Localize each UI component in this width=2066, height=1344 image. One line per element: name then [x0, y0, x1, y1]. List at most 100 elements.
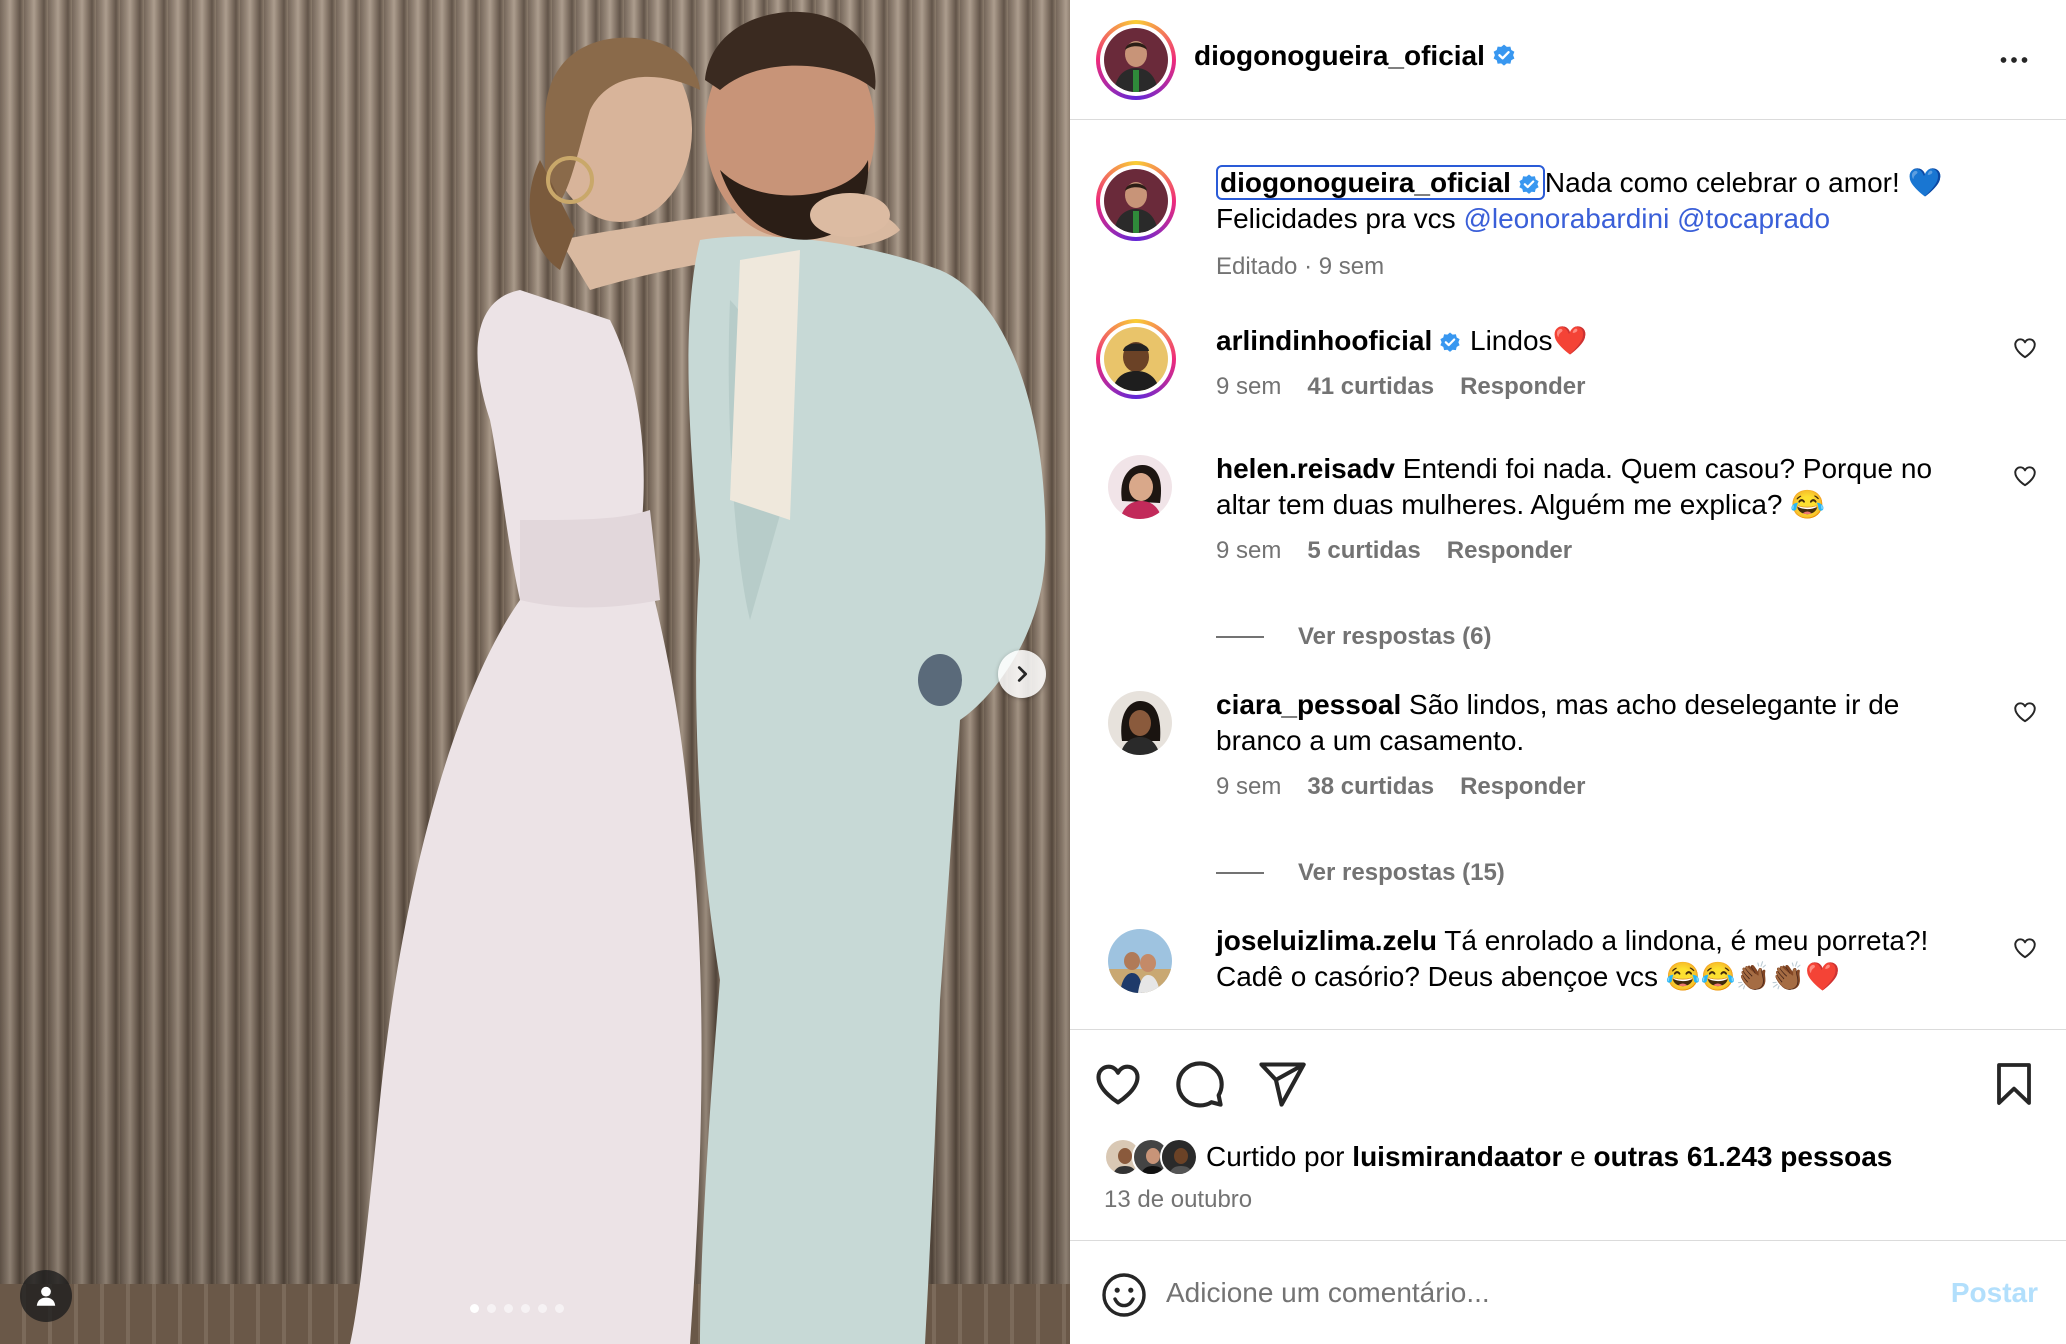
author-avatar[interactable] — [1096, 20, 1176, 100]
comment-like-button[interactable] — [2012, 335, 2038, 366]
comment-like-button[interactable] — [2012, 699, 2038, 730]
post-header: diogonogueira_oficial — [1070, 0, 2066, 120]
verified-badge-icon — [1493, 44, 1515, 66]
replies-line — [1216, 872, 1264, 874]
comment-like-button[interactable] — [2012, 935, 2038, 966]
comment-username[interactable]: arlindinhooficial — [1216, 325, 1432, 356]
comment-text: helen.reisadv Entendi foi nada. Quem cas… — [1216, 451, 1976, 523]
share-button[interactable] — [1256, 1058, 1308, 1115]
carousel-dot — [487, 1304, 496, 1313]
author-username[interactable]: diogonogueira_oficial — [1194, 40, 1485, 72]
carousel-dot — [521, 1304, 530, 1313]
caption-username[interactable]: diogonogueira_oficial — [1220, 167, 1511, 198]
comment-button[interactable] — [1174, 1058, 1226, 1115]
reply-button[interactable]: Responder — [1447, 537, 1572, 565]
comment-item: joseluizlima.zelu Tá enrolado a lindona,… — [1098, 923, 2038, 1029]
comment-input[interactable] — [1166, 1267, 1866, 1319]
heart-icon — [2014, 338, 2036, 359]
comment-username[interactable]: ciara_pessoal — [1216, 689, 1401, 720]
post-photo — [350, 11, 1046, 1344]
comment-bubble-icon — [1176, 1061, 1224, 1108]
caption-username-link[interactable]: diogonogueira_oficial — [1216, 165, 1545, 200]
likes-count[interactable]: outras 61.243 pessoas — [1594, 1141, 1893, 1173]
comment-avatar-image — [1108, 691, 1172, 755]
comment-time[interactable]: 9 sem — [1216, 537, 1281, 565]
heart-icon — [2014, 938, 2036, 959]
comment-avatar[interactable] — [1108, 691, 1172, 755]
author-avatar-image — [1104, 28, 1168, 92]
carousel-indicator — [470, 1304, 564, 1313]
comment-likes[interactable]: 41 curtidas — [1307, 373, 1434, 401]
tagged-users-button[interactable] — [20, 1270, 72, 1322]
caption-time: 9 sem — [1318, 253, 1385, 280]
mini-avatar — [1160, 1138, 1198, 1176]
liked-by: Curtido por luismirandaator e outras 61.… — [1104, 1138, 1892, 1176]
comment-avatar-image — [1108, 929, 1172, 993]
carousel-next-button[interactable] — [998, 650, 1046, 698]
reply-button[interactable]: Responder — [1460, 773, 1585, 801]
comment-text: joseluizlima.zelu Tá enrolado a lindona,… — [1216, 923, 1976, 995]
more-options-button[interactable] — [1996, 42, 2032, 83]
caption-line-2: Felicidades pra vcs — [1216, 203, 1456, 234]
comment-likes[interactable]: 38 curtidas — [1307, 773, 1434, 801]
caption-avatar[interactable] — [1096, 161, 1176, 241]
meta-separator: · — [1297, 253, 1319, 280]
comment-time[interactable]: 9 sem — [1216, 773, 1281, 801]
carousel-dot — [538, 1304, 547, 1313]
heart-icon — [1096, 1064, 1140, 1105]
comment-meta: 9 sem 41 curtidas Responder — [1216, 373, 1585, 401]
view-replies-label[interactable]: Ver respostas (15) — [1298, 859, 1505, 887]
caption: diogonogueira_oficial Nada como celebrar… — [1096, 161, 2038, 301]
verified-badge-icon — [1519, 174, 1539, 194]
comment-meta: 9 sem 38 curtidas Responder — [1216, 773, 1585, 801]
reply-button[interactable]: Responder — [1460, 373, 1585, 401]
caption-line-1: Nada como celebrar o amor! 💙 — [1544, 167, 1943, 198]
like-button[interactable] — [1092, 1058, 1144, 1115]
liked-by-user[interactable]: luismirandaator — [1352, 1141, 1562, 1173]
chevron-right-icon — [1017, 666, 1028, 682]
post-media[interactable] — [0, 0, 1070, 1344]
save-button[interactable] — [1990, 1058, 2038, 1115]
comment-username[interactable]: helen.reisadv — [1216, 453, 1395, 484]
comment-username[interactable]: joseluizlima.zelu — [1216, 925, 1437, 956]
comment-item: ciara_pessoal São lindos, mas acho desel… — [1098, 687, 2038, 817]
action-buttons — [1092, 1058, 1308, 1115]
post-actions: Curtido por luismirandaator e outras 61.… — [1070, 1029, 2066, 1239]
view-replies-label[interactable]: Ver respostas (6) — [1298, 623, 1491, 651]
mention-link[interactable]: @leonorabardini — [1463, 203, 1669, 234]
bookmark-icon — [1997, 1063, 2031, 1105]
send-icon — [1259, 1062, 1306, 1107]
comment-avatar-image — [1108, 455, 1172, 519]
view-replies-button[interactable]: Ver respostas (6) — [1216, 623, 1491, 651]
comment-avatar[interactable] — [1108, 929, 1172, 993]
edited-label: Editado — [1216, 253, 1298, 280]
view-replies-button[interactable]: Ver respostas (15) — [1216, 859, 1505, 887]
caption-avatar-image — [1104, 169, 1168, 233]
post-comment-button[interactable]: Postar — [1951, 1277, 2038, 1309]
user-icon — [36, 1286, 56, 1306]
post-dialog: diogonogueira_oficial diogonogueira_ofic… — [0, 0, 2066, 1344]
caption-text: diogonogueira_oficial Nada como celebrar… — [1216, 165, 1976, 237]
comment-item: arlindinhooficial Lindos❤️ 9 sem 41 curt… — [1096, 319, 2038, 443]
comment-text: ciara_pessoal São lindos, mas acho desel… — [1216, 687, 1976, 759]
heart-icon — [2014, 702, 2036, 723]
heart-icon — [2014, 466, 2036, 487]
comment-likes[interactable]: 5 curtidas — [1307, 537, 1420, 565]
liked-by-avatars[interactable] — [1104, 1138, 1198, 1176]
comment-avatar[interactable] — [1096, 319, 1176, 399]
mention-link[interactable]: @tocaprado — [1677, 203, 1830, 234]
comments-list[interactable]: diogonogueira_oficial Nada como celebrar… — [1070, 121, 2066, 1029]
liked-by-conj: e — [1570, 1141, 1586, 1172]
emoji-button[interactable] — [1100, 1271, 1148, 1324]
comment-item: helen.reisadv Entendi foi nada. Quem cas… — [1098, 451, 2038, 591]
comment-avatar[interactable] — [1108, 455, 1172, 519]
comment-meta: 9 sem 5 curtidas Responder — [1216, 537, 1572, 565]
comment-time[interactable]: 9 sem — [1216, 373, 1281, 401]
comment-avatar-image — [1104, 327, 1168, 391]
add-comment-bar: Postar — [1070, 1240, 2066, 1344]
carousel-dot — [504, 1304, 513, 1313]
post-date[interactable]: 13 de outubro — [1104, 1186, 1252, 1214]
emoji-icon — [1102, 1273, 1146, 1317]
comment-like-button[interactable] — [2012, 463, 2038, 494]
carousel-dot — [555, 1304, 564, 1313]
